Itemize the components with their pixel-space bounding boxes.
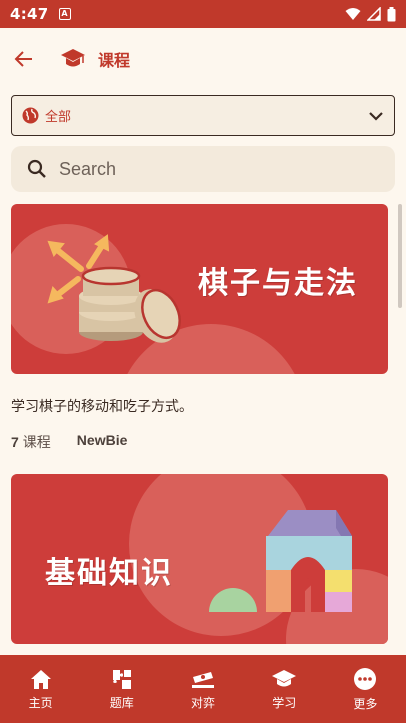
course-banner: 棋子与走法 [11, 204, 388, 374]
nav-item-home[interactable]: 主页 [0, 655, 81, 723]
battery-icon [387, 6, 396, 21]
home-icon [30, 669, 51, 689]
course-list[interactable]: 棋子与走法 学习棋子的移动和吃子方式。 7 课程 NewBie 基础知识 [0, 204, 406, 655]
nav-label: 题库 [109, 695, 134, 710]
nav-label: 更多 [353, 696, 378, 711]
lesson-count: 7 课程 [11, 432, 51, 452]
back-button[interactable] [12, 47, 36, 71]
course-banner-title: 棋子与走法 [198, 266, 358, 301]
category-dropdown[interactable]: 全部 [11, 95, 395, 136]
course-card[interactable]: 基础知识 [11, 474, 388, 644]
search-icon [27, 159, 46, 178]
puzzle-icon [112, 669, 131, 689]
course-description: 学习棋子的移动和吃子方式。 [11, 399, 193, 415]
more-icon [354, 667, 377, 690]
chevron-down-icon [369, 111, 383, 121]
search-input[interactable] [59, 158, 359, 180]
course-banner-title: 基础知识 [45, 556, 173, 591]
course-card[interactable]: 棋子与走法 学习棋子的移动和吃子方式。 7 课程 NewBie [11, 204, 388, 452]
graduation-cap-icon [272, 669, 297, 686]
nav-item-more[interactable]: 更多 [325, 655, 406, 723]
status-bar: 4:47 A [0, 0, 406, 28]
nav-item-learn[interactable]: 学习 [244, 655, 325, 723]
graduation-cap-icon [61, 49, 85, 67]
lesson-count-unit: 课程 [22, 435, 51, 451]
page-title: 课程 [98, 51, 131, 70]
nav-label: 学习 [272, 695, 297, 710]
nav-label: 对弈 [191, 695, 216, 710]
course-meta: 7 课程 NewBie [11, 432, 388, 452]
notification-icon: A [58, 8, 71, 20]
lesson-count-number: 7 [11, 434, 19, 450]
course-level: NewBie [76, 432, 128, 448]
app-bar: 课程 [0, 28, 406, 90]
nav-item-play[interactable]: 对弈 [162, 655, 243, 723]
status-time: 4:47 [10, 5, 49, 23]
list-scrollbar[interactable] [398, 204, 402, 308]
status-icons [345, 6, 396, 22]
search-bar [11, 146, 395, 192]
bottom-navigation: 主页 题库 对弈 学习 更多 [0, 655, 406, 723]
dropdown-selected-value: 全部 [45, 110, 72, 125]
board-icon [192, 671, 214, 688]
course-banner: 基础知识 [11, 474, 388, 644]
nav-label: 主页 [28, 695, 53, 710]
nav-item-puzzles[interactable]: 题库 [81, 655, 162, 723]
wifi-icon [345, 8, 361, 20]
globe-icon [22, 107, 39, 124]
signal-icon [367, 7, 381, 21]
arrow-left-icon [14, 51, 32, 67]
